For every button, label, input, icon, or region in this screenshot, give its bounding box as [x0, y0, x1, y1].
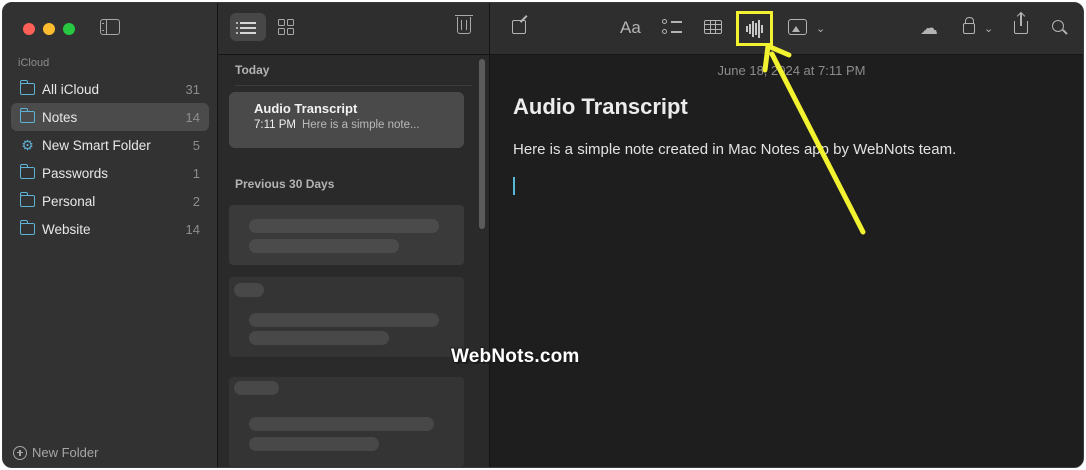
note-item-title: Audio Transcript: [254, 101, 358, 116]
gear-icon: ⚙: [21, 137, 34, 153]
search-icon[interactable]: [1052, 20, 1064, 32]
sidebar-item-count: 2: [192, 193, 200, 209]
note-list-toolbar: [218, 3, 489, 55]
sidebar-item-passwords[interactable]: Passwords 1: [11, 159, 209, 187]
note-list: Today Audio Transcript 7:11 PM Here is a …: [218, 55, 478, 467]
collaborate-icon[interactable]: ☁: [920, 18, 938, 39]
trash-icon[interactable]: [455, 15, 473, 34]
note-date: June 18, 2024 at 7:11 PM: [717, 63, 866, 78]
folder-list: All iCloud 31 Notes 14 ⚙ New Smart Folde…: [11, 75, 209, 243]
chevron-down-icon[interactable]: ⌄: [984, 22, 993, 35]
new-folder-button[interactable]: New Folder: [13, 445, 98, 460]
sidebar-item-label: Passwords: [42, 165, 109, 181]
note-item-time: 7:11 PM: [254, 119, 296, 131]
sidebar-item-new-smart-folder[interactable]: ⚙ New Smart Folder 5: [11, 131, 209, 159]
notes-window: iCloud All iCloud 31 Notes 14 ⚙ New Smar…: [2, 2, 1084, 468]
note-list-pane: Today Audio Transcript 7:11 PM Here is a …: [218, 3, 490, 467]
list-icon: [236, 31, 256, 34]
note-list-scrollbar[interactable]: [479, 59, 485, 229]
gallery-view-icon[interactable]: [278, 19, 294, 35]
list-view-button[interactable]: [230, 13, 266, 41]
sidebar: iCloud All iCloud 31 Notes 14 ⚙ New Smar…: [3, 3, 218, 467]
folder-icon: [19, 192, 35, 207]
sidebar-item-label: New Smart Folder: [42, 137, 151, 153]
list-icon: [236, 21, 256, 24]
share-icon[interactable]: [1014, 13, 1028, 34]
sidebar-item-website[interactable]: Website 14: [11, 215, 209, 243]
sidebar-item-count: 5: [192, 137, 200, 153]
sidebar-item-label: Personal: [42, 193, 96, 209]
chevron-down-icon[interactable]: ⌄: [816, 22, 825, 35]
sidebar-item-count: 1: [192, 165, 200, 181]
editor-toolbar: Aa ⌄ ☁ ⌄: [490, 3, 1083, 55]
folder-icon: [19, 80, 35, 95]
plus-circle-icon: [13, 445, 27, 460]
text-cursor: [513, 177, 515, 195]
zoom-button[interactable]: [63, 23, 75, 35]
lock-icon[interactable]: [963, 17, 975, 34]
minimize-button[interactable]: [43, 23, 55, 35]
sidebar-item-notes[interactable]: Notes 14: [11, 103, 209, 131]
compose-icon[interactable]: [512, 20, 526, 34]
note-editor: Aa ⌄ ☁ ⌄ June 18, 2024 at 7:11 PM Audio …: [490, 3, 1083, 467]
sidebar-section-title: iCloud: [18, 57, 50, 69]
new-folder-label: New Folder: [32, 445, 99, 460]
note-title[interactable]: Audio Transcript: [513, 94, 688, 120]
folder-icon: [19, 164, 35, 179]
format-button[interactable]: Aa: [620, 18, 641, 38]
blurred-note-item[interactable]: [229, 277, 464, 357]
sidebar-item-personal[interactable]: Personal 2: [11, 187, 209, 215]
note-item-snippet: Here is a simple note...: [301, 119, 420, 131]
sidebar-item-label: All iCloud: [42, 81, 100, 97]
audio-recording-button[interactable]: [746, 20, 764, 38]
sidebar-item-count: 14: [185, 221, 200, 237]
group-header-previous-30-days: Previous 30 Days: [235, 177, 335, 191]
note-item-meta: 7:11 PM Here is a simple note...: [254, 119, 464, 131]
note-item-selected[interactable]: Audio Transcript 7:11 PM Here is a simple…: [229, 92, 464, 148]
watermark-logo: WebNots.com: [451, 346, 580, 367]
sidebar-item-label: Notes: [42, 109, 78, 125]
sidebar-item-count: 14: [185, 109, 200, 125]
sidebar-item-count: 31: [185, 81, 200, 97]
sidebar-item-label: Website: [42, 221, 91, 237]
blurred-note-item[interactable]: [229, 205, 464, 265]
close-button[interactable]: [23, 23, 35, 35]
list-icon: [236, 26, 256, 29]
table-icon[interactable]: [704, 20, 722, 34]
folder-icon: [19, 220, 35, 235]
blurred-note-item[interactable]: [229, 377, 464, 467]
media-icon[interactable]: [788, 19, 807, 35]
window-controls: [23, 23, 75, 35]
sidebar-toggle-icon[interactable]: [100, 19, 120, 35]
folder-icon: [19, 108, 35, 123]
sidebar-item-all-icloud[interactable]: All iCloud 31: [11, 75, 209, 103]
note-body[interactable]: Here is a simple note created in Mac Not…: [513, 141, 956, 158]
checklist-icon[interactable]: [662, 18, 684, 38]
group-header-today: Today: [218, 63, 475, 86]
